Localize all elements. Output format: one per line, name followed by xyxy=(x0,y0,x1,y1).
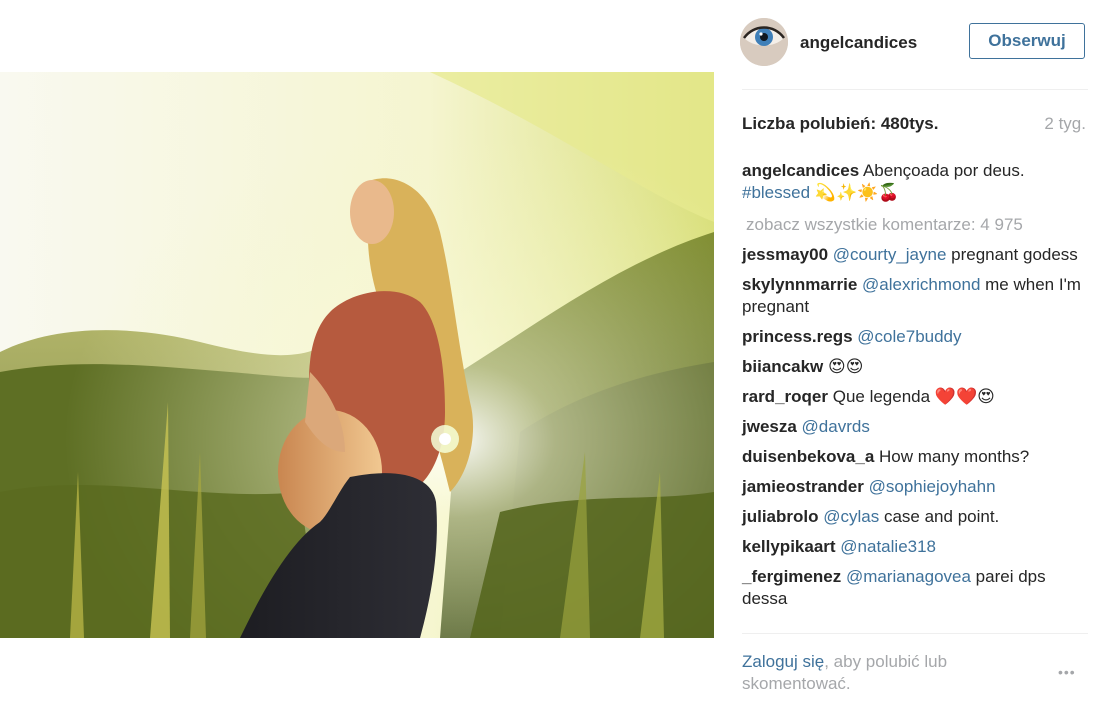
post-header: angelcandices Obserwuj xyxy=(740,18,1088,68)
eye-avatar-icon xyxy=(740,18,788,66)
post-time[interactable]: 2 tyg. xyxy=(1044,114,1086,134)
comment-username[interactable]: _fergimenez xyxy=(742,567,841,586)
author-username[interactable]: angelcandices xyxy=(800,33,917,53)
post-photo[interactable] xyxy=(0,72,714,638)
comment-item: rard_roqer Que legenda ❤️❤️😍 xyxy=(742,386,1088,408)
divider xyxy=(742,633,1088,634)
caption-emoji: 💫✨☀️🍒 xyxy=(814,183,900,202)
comment-mention[interactable]: @cylas xyxy=(823,507,879,526)
comment-item: princess.regs @cole7buddy xyxy=(742,326,1088,348)
comment-item: skylynnmarrie @alexrichmond me when I'm … xyxy=(742,274,1088,318)
follow-button[interactable]: Obserwuj xyxy=(969,23,1085,59)
comment-text: case and point. xyxy=(883,507,1000,526)
comment-item: duisenbekova_a How many months? xyxy=(742,446,1088,468)
comment-mention[interactable]: @courty_jayne xyxy=(833,245,947,264)
caption-username[interactable]: angelcandices xyxy=(742,161,859,180)
post-sidebar: angelcandices Obserwuj Liczba polubień: … xyxy=(740,0,1088,706)
comment-username[interactable]: jamieostrander xyxy=(742,477,864,496)
more-options-icon[interactable]: ••• xyxy=(1058,664,1076,680)
comment-mention[interactable]: @sophiejoyhahn xyxy=(869,477,996,496)
post-photo-image xyxy=(0,72,714,638)
comment-mention[interactable]: @davrds xyxy=(802,417,870,436)
caption-hashtag[interactable]: #blessed xyxy=(742,183,810,202)
comment-item: biiancakw 😍😍 xyxy=(742,356,1088,378)
comment-mention[interactable]: @marianagovea xyxy=(846,567,971,586)
comment-username[interactable]: jwesza xyxy=(742,417,797,436)
comments-list: angelcandices Abençoada por deus. #bless… xyxy=(742,160,1088,618)
comment-text: 😍😍 xyxy=(828,357,864,376)
post-caption: angelcandices Abençoada por deus. #bless… xyxy=(742,160,1088,204)
comment-item: jamieostrander @sophiejoyhahn xyxy=(742,476,1088,498)
caption-text: Abençoada por deus. xyxy=(862,161,1025,180)
comment-item: jessmay00 @courty_jayne pregnant godess xyxy=(742,244,1088,266)
comment-text: Que legenda ❤️❤️😍 xyxy=(832,387,995,406)
view-all-comments[interactable]: zobacz wszystkie komentarze: 4 975 xyxy=(742,214,1088,236)
comment-mention[interactable]: @cole7buddy xyxy=(857,327,961,346)
comment-username[interactable]: princess.regs xyxy=(742,327,853,346)
comment-username[interactable]: duisenbekova_a xyxy=(742,447,874,466)
comment-username[interactable]: jessmay00 xyxy=(742,245,828,264)
comment-username[interactable]: skylynnmarrie xyxy=(742,275,857,294)
comment-item: jwesza @davrds xyxy=(742,416,1088,438)
avatar[interactable] xyxy=(740,18,788,66)
comment-item: kellypikaart @natalie318 xyxy=(742,536,1088,558)
comment-username[interactable]: rard_roqer xyxy=(742,387,828,406)
comment-item: juliabrolo @cylas case and point. xyxy=(742,506,1088,528)
comment-username[interactable]: juliabrolo xyxy=(742,507,819,526)
comment-item: _fergimenez @marianagovea parei dps dess… xyxy=(742,566,1088,610)
comment-username[interactable]: kellypikaart xyxy=(742,537,836,556)
comment-mention[interactable]: @natalie318 xyxy=(840,537,936,556)
comment-mention[interactable]: @alexrichmond xyxy=(862,275,980,294)
likes-row: Liczba polubień: 480tys. 2 tyg. xyxy=(742,114,1088,134)
comment-username[interactable]: biiancakw xyxy=(742,357,823,376)
divider xyxy=(742,89,1088,90)
login-prompt: Zaloguj się, aby polubić lub skomentować… xyxy=(742,651,1012,695)
login-link[interactable]: Zaloguj się xyxy=(742,652,824,671)
comment-text: pregnant godess xyxy=(951,245,1078,264)
likes-count[interactable]: Liczba polubień: 480tys. xyxy=(742,114,939,133)
comment-text: How many months? xyxy=(879,447,1030,466)
